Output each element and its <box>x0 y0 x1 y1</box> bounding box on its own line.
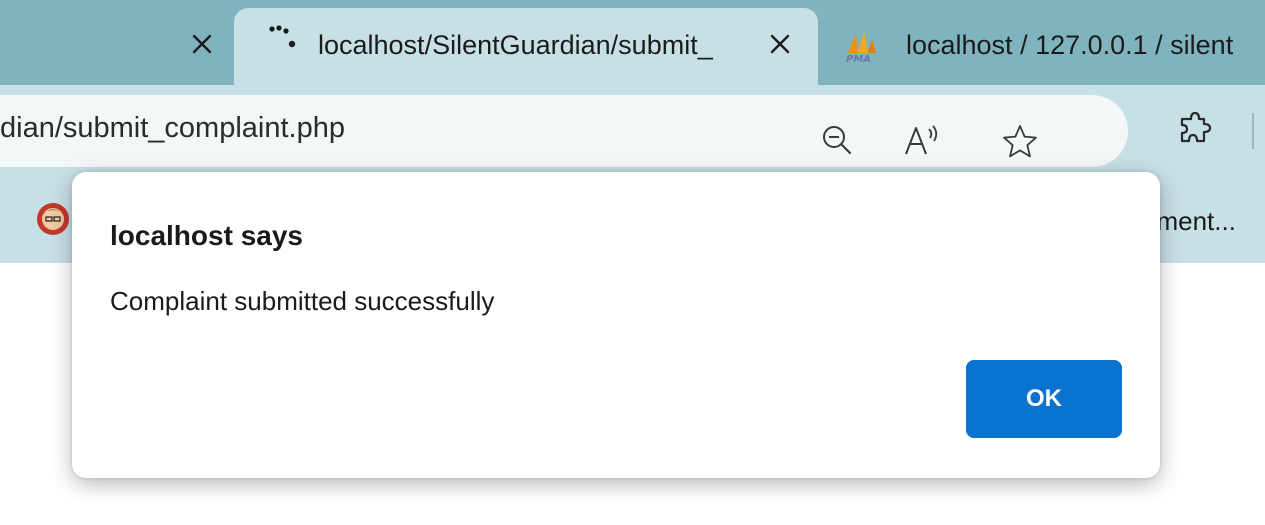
favorite-star-icon[interactable] <box>1002 124 1038 158</box>
loading-dots-icon <box>269 25 296 48</box>
tab-previous[interactable] <box>0 8 232 85</box>
dialog-title: localhost says <box>110 220 303 251</box>
ok-button[interactable]: OK <box>966 360 1122 438</box>
tab-strip: localhost/SilentGuardian/submit_ PMA loc… <box>0 0 1265 85</box>
tab-phpmyadmin[interactable]: PMA localhost / 127.0.0.1 / silent <box>826 8 1265 85</box>
tab-active[interactable]: localhost/SilentGuardian/submit_ <box>234 8 818 85</box>
close-icon[interactable] <box>188 30 216 58</box>
tab-title: localhost / 127.0.0.1 / silent <box>906 30 1234 60</box>
pma-icon: PMA <box>846 31 876 63</box>
url-text[interactable]: dian/submit_complaint.php <box>0 112 345 145</box>
address-bar[interactable]: dian/submit_complaint.php <box>0 95 1128 167</box>
alert-dialog: localhost says Complaint submitted succe… <box>72 172 1160 478</box>
avatar-icon[interactable] <box>36 202 70 236</box>
read-aloud-icon[interactable] <box>904 124 940 156</box>
close-icon[interactable] <box>766 30 794 58</box>
toolbar: dian/submit_complaint.php <box>0 85 1265 172</box>
svg-text:PMA: PMA <box>846 54 871 63</box>
extensions-icon[interactable] <box>1178 111 1212 147</box>
tab-title: localhost/SilentGuardian/submit_ <box>318 30 713 60</box>
zoom-out-icon[interactable] <box>821 124 853 156</box>
dialog-message: Complaint submitted successfully <box>110 286 495 316</box>
toolbar-divider <box>1252 113 1254 149</box>
